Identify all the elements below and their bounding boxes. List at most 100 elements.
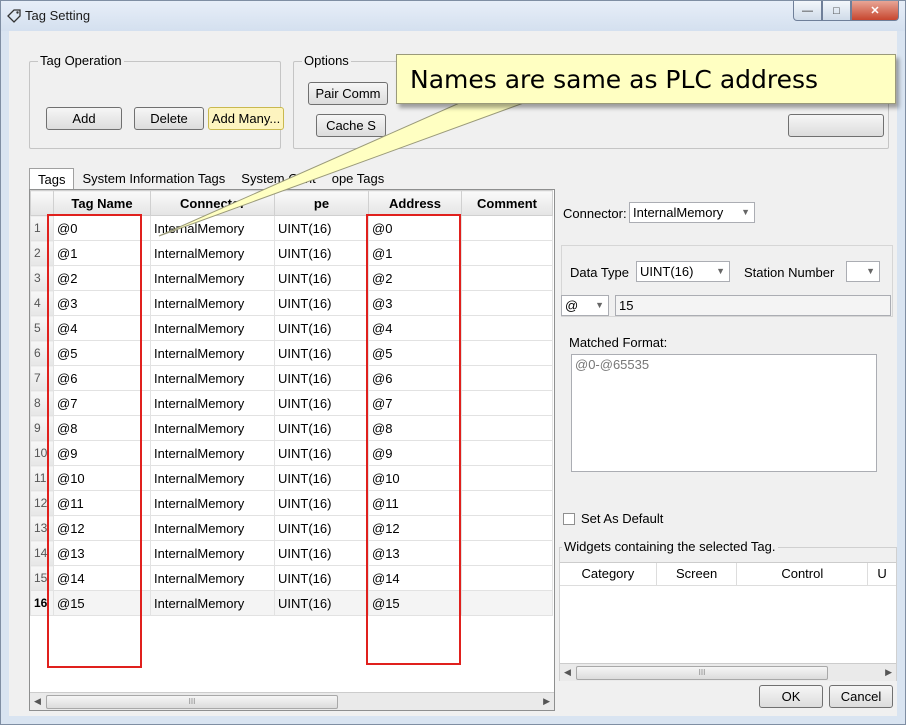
connector-cell[interactable]: InternalMemory [150, 540, 275, 566]
connector-cell[interactable]: InternalMemory [150, 265, 275, 291]
comment-cell[interactable] [461, 365, 553, 391]
column-header-data-type[interactable]: pe [274, 190, 369, 216]
widgets-column-usage[interactable]: U [868, 563, 896, 585]
data-type-cell[interactable]: UINT(16) [274, 540, 369, 566]
widgets-column-control[interactable]: Control [737, 563, 869, 585]
matched-format-box: @0-@65535 [571, 354, 877, 472]
data-type-cell[interactable]: UINT(16) [274, 390, 369, 416]
comment-cell[interactable] [461, 490, 553, 516]
connector-cell[interactable]: InternalMemory [150, 215, 275, 241]
grid-horizontal-scrollbar[interactable]: ◀ III ▶ [30, 692, 554, 710]
scroll-right-icon[interactable]: ▶ [885, 667, 892, 678]
connector-cell[interactable]: InternalMemory [150, 515, 275, 541]
data-type-cell[interactable]: UINT(16) [274, 490, 369, 516]
scroll-thumb-grip: III [188, 697, 196, 706]
comment-cell[interactable] [461, 515, 553, 541]
matched-format-label: Matched Format: [569, 335, 668, 350]
comment-cell[interactable] [461, 590, 553, 616]
data-type-cell[interactable]: UINT(16) [274, 290, 369, 316]
address-prefix-select[interactable]: @ ▼ [561, 295, 609, 316]
widgets-horizontal-scrollbar[interactable]: ◀ III ▶ [560, 663, 896, 681]
station-number-label: Station Number [744, 265, 835, 280]
pair-comm-button[interactable]: Pair Comm [308, 82, 388, 105]
maximize-icon: □ [833, 4, 840, 17]
add-button[interactable]: Add [46, 107, 122, 130]
comment-cell[interactable] [461, 315, 553, 341]
connector-cell[interactable]: InternalMemory [150, 590, 275, 616]
scroll-thumb[interactable]: III [46, 695, 338, 709]
set-as-default-label: Set As Default [581, 511, 664, 526]
comment-cell[interactable] [461, 540, 553, 566]
set-as-default-checkbox[interactable] [563, 512, 575, 525]
connector-cell[interactable]: InternalMemory [150, 390, 275, 416]
data-type-select[interactable]: UINT(16) ▼ [636, 261, 730, 282]
data-type-cell[interactable]: UINT(16) [274, 340, 369, 366]
data-type-cell[interactable]: UINT(16) [274, 365, 369, 391]
tab-system-information-tags[interactable]: System Information Tags [74, 168, 233, 190]
connector-cell[interactable]: InternalMemory [150, 240, 275, 266]
comment-cell[interactable] [461, 465, 553, 491]
connector-cell[interactable]: InternalMemory [150, 315, 275, 341]
tag-tabs: Tags System Information Tags System Cont… [29, 168, 393, 193]
connector-select[interactable]: InternalMemory ▼ [629, 202, 755, 223]
comment-cell[interactable] [461, 265, 553, 291]
data-type-cell[interactable]: UINT(16) [274, 440, 369, 466]
data-type-cell[interactable]: UINT(16) [274, 215, 369, 241]
comment-cell[interactable] [461, 565, 553, 591]
scroll-left-icon[interactable]: ◀ [564, 667, 571, 678]
comment-cell[interactable] [461, 240, 553, 266]
widgets-column-screen[interactable]: Screen [657, 563, 738, 585]
column-header-tag-name[interactable]: Tag Name [53, 190, 151, 216]
tag-operation-label: Tag Operation [38, 53, 124, 68]
data-type-cell[interactable]: UINT(16) [274, 565, 369, 591]
close-button[interactable]: ✕ [851, 1, 899, 21]
station-number-select[interactable]: ▼ [846, 261, 880, 282]
data-type-cell[interactable]: UINT(16) [274, 265, 369, 291]
chevron-down-icon: ▼ [595, 300, 604, 310]
scroll-right-icon[interactable]: ▶ [543, 696, 550, 707]
connector-cell[interactable]: InternalMemory [150, 465, 275, 491]
scroll-left-icon[interactable]: ◀ [34, 696, 41, 707]
comment-cell[interactable] [461, 440, 553, 466]
comment-cell[interactable] [461, 340, 553, 366]
tab-system-control-tags[interactable]: System Cont [233, 168, 323, 190]
connector-cell[interactable]: InternalMemory [150, 440, 275, 466]
column-header-connector[interactable]: Connector [150, 190, 275, 216]
tab-scope-tags[interactable]: ope Tags [324, 168, 393, 190]
comment-cell[interactable] [461, 415, 553, 441]
connector-cell[interactable]: InternalMemory [150, 340, 275, 366]
widgets-column-category[interactable]: Category [560, 563, 657, 585]
cache-button[interactable]: Cache S [316, 114, 386, 137]
cancel-button[interactable]: Cancel [829, 685, 893, 708]
comment-cell[interactable] [461, 390, 553, 416]
set-as-default-option[interactable]: Set As Default [563, 511, 663, 526]
delete-button[interactable]: Delete [134, 107, 204, 130]
data-type-cell[interactable]: UINT(16) [274, 590, 369, 616]
ok-button[interactable]: OK [759, 685, 823, 708]
comment-cell[interactable] [461, 290, 553, 316]
maximize-button[interactable]: □ [822, 1, 851, 21]
data-type-cell[interactable]: UINT(16) [274, 315, 369, 341]
connector-cell[interactable]: InternalMemory [150, 415, 275, 441]
data-type-cell[interactable]: UINT(16) [274, 240, 369, 266]
connector-cell[interactable]: InternalMemory [150, 565, 275, 591]
data-type-cell[interactable]: UINT(16) [274, 415, 369, 441]
widgets-list[interactable]: Category Screen Control U ◀ III ▶ [560, 562, 896, 681]
minimize-button[interactable]: — [793, 1, 822, 21]
options-extra-button[interactable] [788, 114, 884, 137]
connector-cell[interactable]: InternalMemory [150, 365, 275, 391]
connector-label: Connector: [563, 206, 627, 221]
add-many-button[interactable]: Add Many... [208, 107, 284, 130]
column-header-comment[interactable]: Comment [461, 190, 553, 216]
connector-cell[interactable]: InternalMemory [150, 290, 275, 316]
data-type-cell[interactable]: UINT(16) [274, 515, 369, 541]
minimize-icon: — [802, 4, 813, 17]
widgets-scroll-thumb[interactable]: III [576, 666, 828, 680]
column-header-address[interactable]: Address [368, 190, 462, 216]
options-label: Options [302, 53, 351, 68]
data-type-cell[interactable]: UINT(16) [274, 465, 369, 491]
title-bar[interactable]: Tag Setting — □ ✕ [1, 1, 905, 31]
address-number-input[interactable]: 15 [615, 295, 891, 316]
comment-cell[interactable] [461, 215, 553, 241]
connector-cell[interactable]: InternalMemory [150, 490, 275, 516]
